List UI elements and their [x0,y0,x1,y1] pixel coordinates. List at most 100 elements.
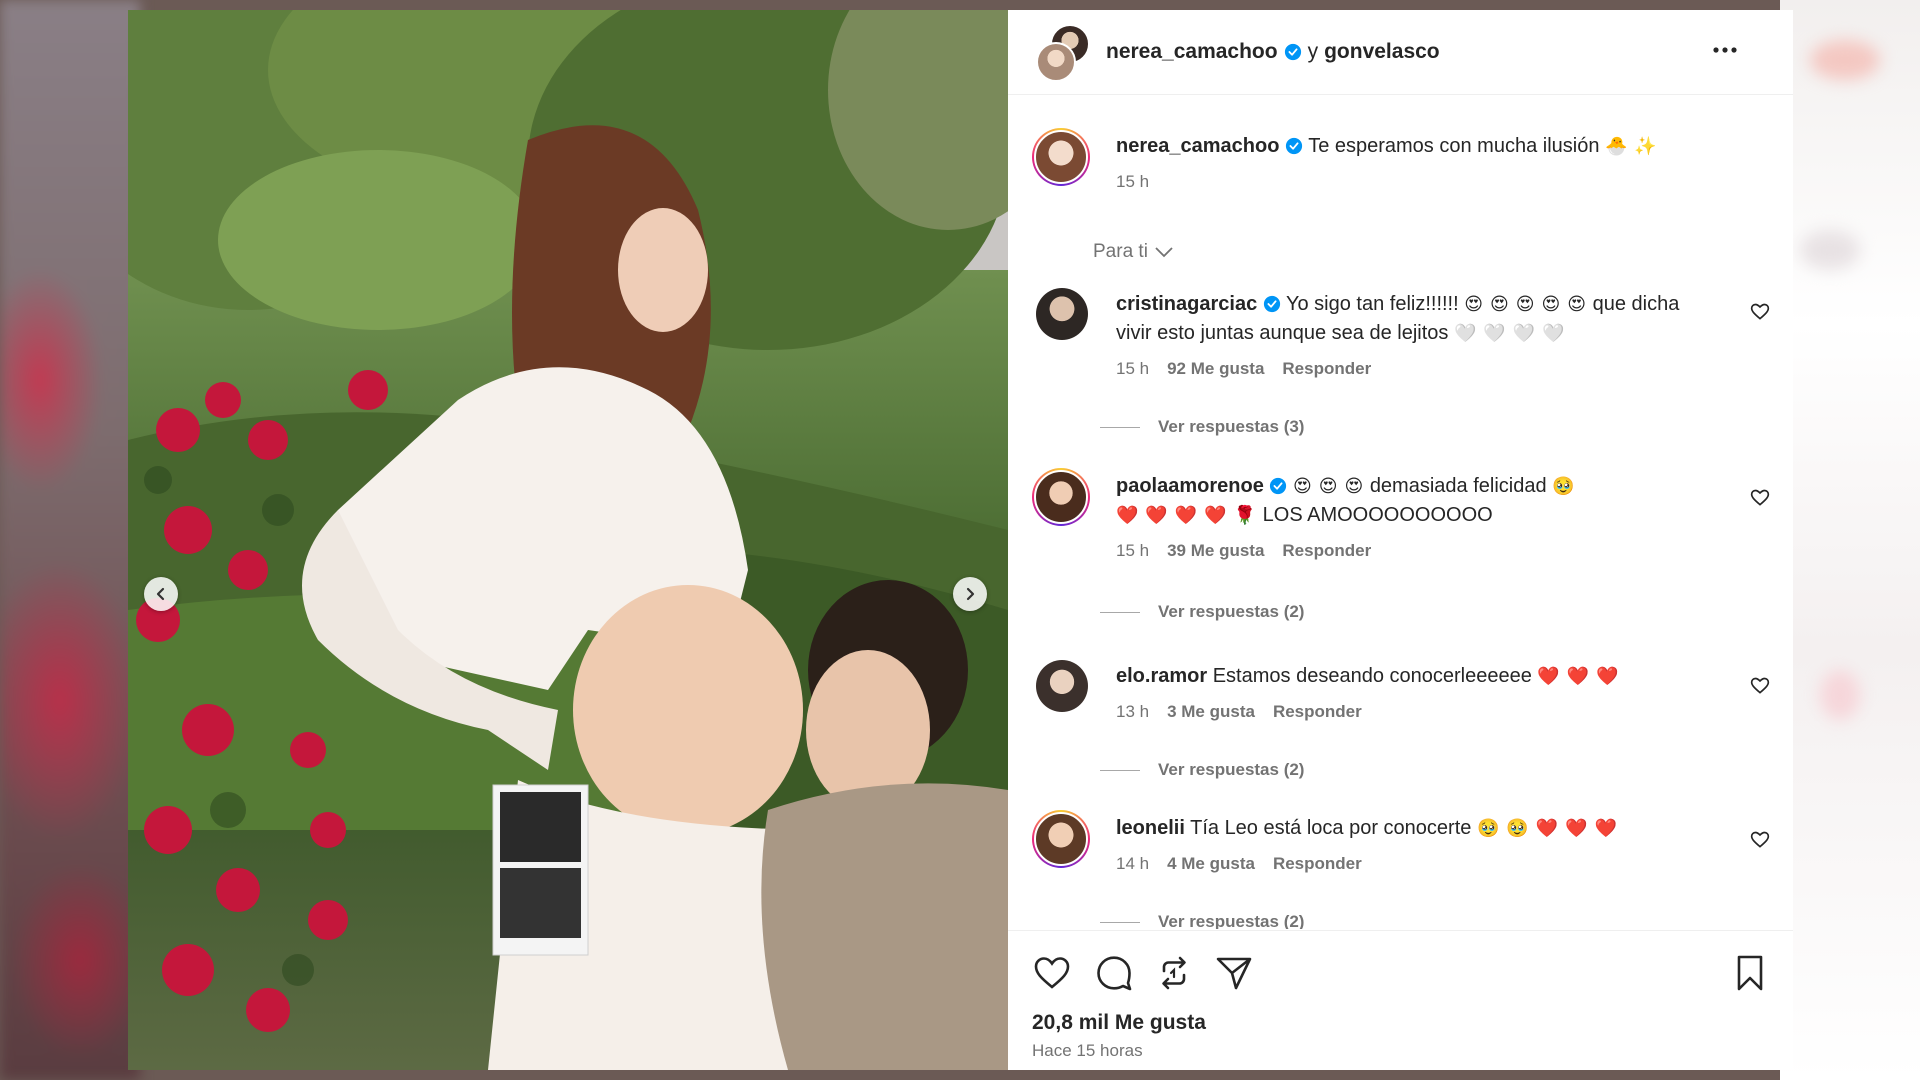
comment-text: Yo sigo tan feliz!!!!!! [1285,293,1459,315]
caption-text: Te esperamos con mucha ilusión [1308,135,1600,157]
view-replies-button[interactable]: Ver respuestas (3) [1100,417,1304,437]
avatar-story-ring[interactable] [1032,810,1090,868]
view-replies-button[interactable]: Ver respuestas (2) [1100,915,1304,929]
comment-username[interactable]: cristinagarciac [1116,293,1257,315]
post-likes-count[interactable]: 20,8 mil Me gusta [1032,1011,1206,1035]
comment-meta: 14 h 4 Me gusta Responder [1116,849,1716,878]
comment-meta: 15 h 39 Me gusta Responder [1116,536,1716,565]
comments-panel: nerea_camachoo y gonvelasco nerea_camach… [1008,10,1793,1070]
caption-text-block: nerea_camachoo Te esperamos con mucha il… [1116,132,1716,196]
view-replies-button[interactable]: Ver respuestas (2) [1100,760,1304,780]
post-photo [128,10,1008,1070]
chevron-down-icon [1155,247,1173,258]
comment-text-block: leonelii Tía Leo está loca por conocerte… [1116,814,1716,878]
comment-username[interactable]: paolaamorenoe [1116,475,1264,497]
caption-emojis: 🐣 ✨ [1605,136,1658,156]
comment-text: Estamos deseando conocerleeeeee [1212,665,1532,687]
comment-filter-label: Para ti [1093,241,1148,262]
view-replies-button[interactable]: Ver respuestas (2) [1100,602,1304,622]
verified-badge-icon [1284,43,1301,61]
bookmark-icon[interactable] [1730,953,1770,993]
comment-username[interactable]: elo.ramor [1116,665,1207,687]
post-header: nerea_camachoo y gonvelasco [1008,10,1793,95]
heart-icon[interactable] [1750,302,1770,322]
backdrop-left [0,0,140,1080]
avatar [1034,470,1088,524]
chevron-left-icon [156,587,165,601]
heart-icon[interactable] [1750,676,1770,696]
verified-badge-icon [1285,137,1303,155]
caption-avatar[interactable] [1032,128,1090,186]
comment-time: 14 h [1116,854,1150,873]
repost-icon[interactable] [1154,953,1194,993]
verified-badge-icon [1263,295,1280,313]
comment-text-block: elo.ramor Estamos deseando conocerleeeee… [1116,662,1716,726]
coauthor-username[interactable]: gonvelasco [1324,40,1440,64]
avatar [1036,42,1076,82]
heart-icon[interactable] [1750,830,1770,850]
comment-emojis: 😍 😍 😍 [1292,476,1365,496]
caption-username[interactable]: nerea_camachoo [1116,135,1279,157]
backdrop-right [1780,0,1920,1080]
divider [1100,769,1140,771]
reply-button[interactable]: Responder [1273,849,1362,878]
comment-filter-dropdown[interactable]: Para ti [1093,241,1174,263]
comment-likes[interactable]: 92 Me gusta [1167,354,1264,383]
comment-emojis: 🥹 🥹 ❤️ ❤️ ❤️ [1476,818,1619,838]
avatar-story-ring[interactable] [1032,468,1090,526]
comment-emojis: 🤍 🤍 🤍 🤍 [1453,323,1566,343]
more-options-icon[interactable] [1708,38,1742,62]
post-timestamp: Hace 15 horas [1032,1041,1143,1060]
coauthor-avatars[interactable] [1036,24,1092,82]
pregnancy-photo-illustration [128,10,1008,1070]
comment-time: 15 h [1116,541,1150,560]
avatar[interactable] [1036,660,1088,712]
comment-meta: 15 h 92 Me gusta Responder [1116,354,1716,383]
caption-meta: 15 h [1116,167,1716,196]
avatar[interactable] [1036,288,1088,340]
post-actions: 20,8 mil Me gusta Hace 15 horas [1008,930,1793,1070]
comment-text-block: paolaamorenoe 😍 😍 😍 demasiada felicidad … [1116,472,1716,565]
send-icon[interactable] [1214,953,1254,993]
post-authors: nerea_camachoo y gonvelasco [1106,40,1440,64]
verified-badge-icon [1270,477,1287,495]
reply-button[interactable]: Responder [1282,354,1371,383]
comment-text: Tía Leo está loca por conocerte [1190,817,1472,839]
comment-text-block: cristinagarciac Yo sigo tan feliz!!!!!! … [1116,290,1716,383]
comment-text: demasiada felicidad [1369,475,1547,497]
reply-button[interactable]: Responder [1282,536,1371,565]
view-replies-label: Ver respuestas (2) [1158,602,1305,621]
divider [1100,611,1140,613]
comment-emojis: ❤️ ❤️ ❤️ [1537,666,1620,686]
comment-emojis: ❤️ ❤️ ❤️ ❤️ 🌹 [1116,505,1258,525]
divider [1100,921,1140,923]
comment-likes[interactable]: 3 Me gusta [1167,697,1255,726]
carousel-next-button[interactable] [953,577,987,611]
heart-icon[interactable] [1032,953,1072,993]
comment-username[interactable]: leonelii [1116,817,1185,839]
comment-time: 15 h [1116,359,1150,378]
comment-time: 13 h [1116,702,1150,721]
post-caption: nerea_camachoo Te esperamos con mucha il… [1032,128,1772,208]
author-username[interactable]: nerea_camachoo [1106,40,1278,64]
view-replies-label: Ver respuestas (3) [1158,417,1305,436]
comment-emojis: 😍 😍 😍 😍 😍 [1464,294,1588,314]
avatar [1034,130,1088,184]
comment-text: LOS AMOOOOOOOOOO [1262,504,1493,526]
view-replies-label: Ver respuestas (2) [1158,760,1305,779]
reply-button[interactable]: Responder [1273,697,1362,726]
comment-likes[interactable]: 4 Me gusta [1167,849,1255,878]
heart-icon[interactable] [1750,488,1770,508]
comment-meta: 13 h 3 Me gusta Responder [1116,697,1716,726]
comment-likes[interactable]: 39 Me gusta [1167,536,1264,565]
comment-icon[interactable] [1094,953,1134,993]
caption-time: 15 h [1116,172,1150,191]
carousel-prev-button[interactable] [144,577,178,611]
view-replies-label: Ver respuestas (2) [1158,915,1305,929]
author-connector: y [1307,40,1319,63]
chevron-right-icon [966,587,975,601]
post-card: nerea_camachoo y gonvelasco nerea_camach… [128,10,1793,1070]
divider [1100,426,1140,428]
avatar [1034,812,1088,866]
comment-emojis: 🥹 [1552,476,1576,496]
